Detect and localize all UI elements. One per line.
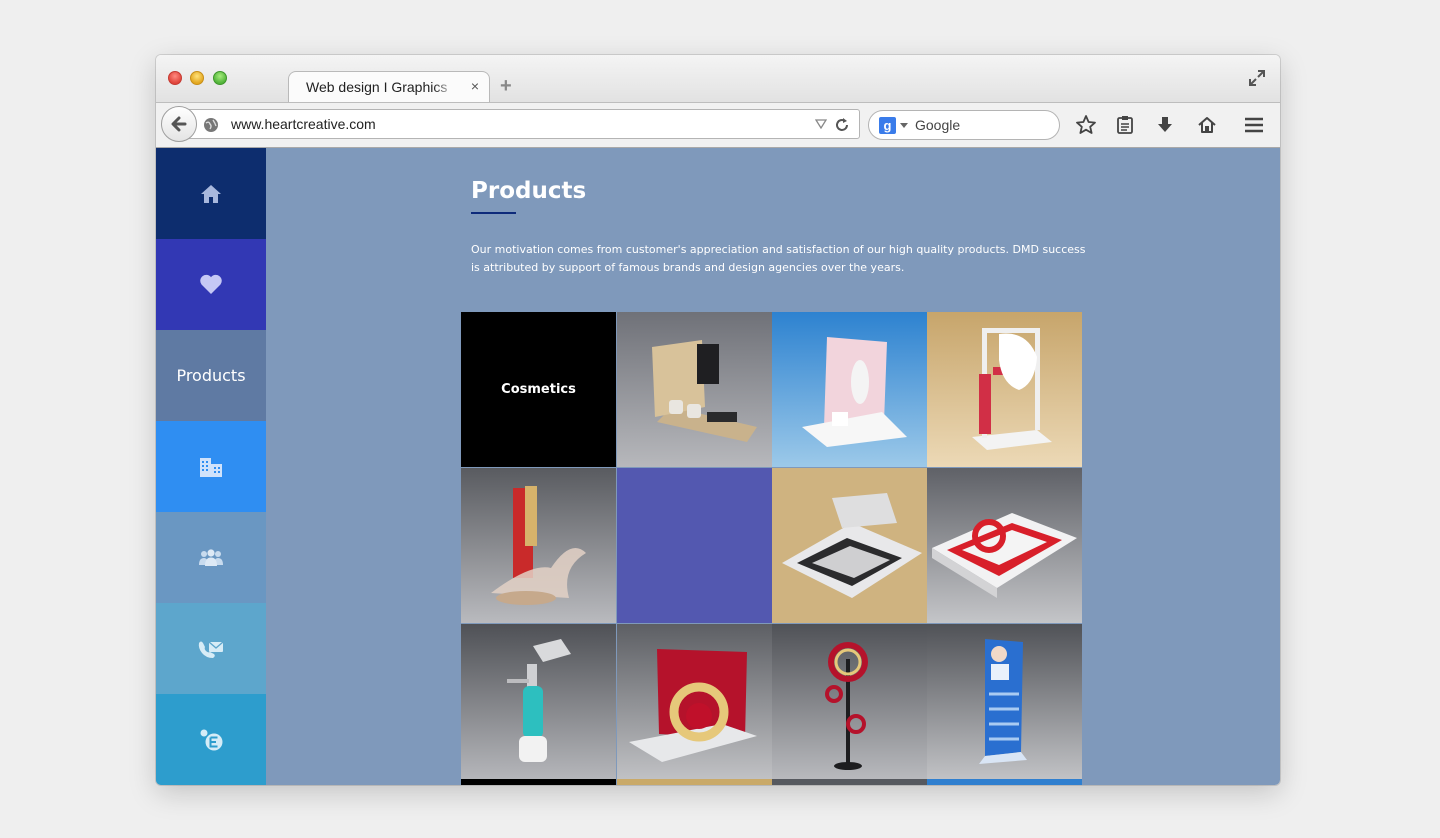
reload-icon[interactable] bbox=[834, 117, 850, 133]
cosmetics-tile[interactable]: Cosmetics bbox=[461, 312, 616, 467]
menu-icon[interactable] bbox=[1243, 114, 1265, 136]
skii-stand-tile[interactable] bbox=[617, 312, 772, 467]
category-label: Cosmetics bbox=[501, 382, 576, 397]
back-button[interactable] bbox=[161, 106, 197, 142]
download-icon[interactable] bbox=[1154, 114, 1176, 136]
pink-stand-tile[interactable] bbox=[772, 312, 927, 467]
browser-window: Web design I Graphics × + www.heartcreat… bbox=[156, 55, 1280, 785]
google-icon[interactable]: g bbox=[879, 117, 896, 134]
olay-display-image bbox=[617, 624, 772, 779]
url-dropdown-icon[interactable] bbox=[815, 119, 827, 129]
mask-stand-image bbox=[927, 312, 1082, 467]
red-ring-tray-tile[interactable] bbox=[927, 468, 1082, 623]
web-page: Products Products Our motivation comes f… bbox=[156, 148, 1280, 785]
tab-close-icon[interactable]: × bbox=[471, 78, 479, 94]
tray-display-tile[interactable] bbox=[772, 468, 927, 623]
row4-tile-1[interactable] bbox=[461, 779, 616, 785]
back-arrow-icon bbox=[171, 116, 187, 132]
heart-icon bbox=[200, 274, 222, 294]
ring-floor-stand-tile[interactable] bbox=[772, 624, 927, 779]
dropper-bottle-tile[interactable] bbox=[461, 624, 616, 779]
search-placeholder: Google bbox=[915, 117, 961, 133]
zoom-window-button[interactable] bbox=[213, 71, 227, 85]
url-text: www.heartcreative.com bbox=[231, 116, 376, 132]
row4-tile-3[interactable] bbox=[772, 779, 927, 785]
tab-title: Web design I Graphics bbox=[306, 79, 448, 95]
close-window-button[interactable] bbox=[168, 71, 182, 85]
sidebar-item-favorites[interactable] bbox=[156, 239, 266, 330]
red-bottle-stand-image bbox=[461, 468, 616, 623]
address-bar[interactable]: www.heartcreative.com bbox=[178, 109, 860, 139]
browser-tab[interactable]: Web design I Graphics × bbox=[288, 71, 490, 103]
sidebar-item-products[interactable]: Products bbox=[156, 330, 266, 421]
dropper-bottle-image bbox=[461, 624, 616, 779]
navigation-bar: www.heartcreative.com g Google bbox=[156, 102, 1280, 148]
sidebar-item-team[interactable] bbox=[156, 512, 266, 603]
fullscreen-icon[interactable] bbox=[1248, 69, 1266, 87]
home-toolbar-icon[interactable] bbox=[1196, 114, 1218, 136]
page-description: Our motivation comes from customer's app… bbox=[471, 243, 1086, 274]
title-underline bbox=[471, 212, 516, 214]
row4-tile-2[interactable] bbox=[617, 779, 772, 785]
blue-tower-image bbox=[927, 624, 1082, 779]
pink-stand-image bbox=[772, 312, 927, 467]
group-icon bbox=[199, 548, 223, 566]
ring-floor-stand-image bbox=[772, 624, 927, 779]
skii-stand-image bbox=[617, 312, 772, 467]
red-bottle-stand-tile[interactable] bbox=[461, 468, 616, 623]
sidebar-item-extra[interactable] bbox=[156, 694, 266, 785]
mask-stand-tile[interactable] bbox=[927, 312, 1082, 467]
globe-icon bbox=[204, 118, 218, 132]
row4-tile-4[interactable] bbox=[927, 779, 1082, 785]
reading-list-icon[interactable] bbox=[1114, 114, 1136, 136]
sidebar-item-company[interactable] bbox=[156, 421, 266, 512]
search-box[interactable]: g Google bbox=[868, 110, 1060, 140]
sidebar-item-contact[interactable] bbox=[156, 603, 266, 694]
blank-tile[interactable] bbox=[617, 468, 772, 623]
building-icon bbox=[200, 457, 222, 477]
sidebar-item-label: Products bbox=[176, 366, 246, 385]
page-title: Products bbox=[471, 178, 587, 204]
product-grid: Cosmetics bbox=[461, 312, 1083, 785]
olay-display-tile[interactable] bbox=[617, 624, 772, 779]
sidebar-item-home[interactable] bbox=[156, 148, 266, 239]
tray-display-image bbox=[772, 468, 927, 623]
side-navigation: Products bbox=[156, 148, 266, 785]
bookmark-star-icon[interactable] bbox=[1075, 114, 1097, 136]
red-ring-tray-image bbox=[927, 468, 1082, 623]
title-bar: Web design I Graphics × + bbox=[156, 55, 1280, 103]
e-icon bbox=[200, 729, 223, 750]
new-tab-button[interactable]: + bbox=[500, 75, 512, 98]
search-engine-dropdown-icon[interactable] bbox=[900, 123, 908, 128]
home-icon bbox=[201, 184, 221, 203]
blue-tower-tile[interactable] bbox=[927, 624, 1082, 779]
contact-icon bbox=[198, 640, 224, 658]
minimize-window-button[interactable] bbox=[190, 71, 204, 85]
